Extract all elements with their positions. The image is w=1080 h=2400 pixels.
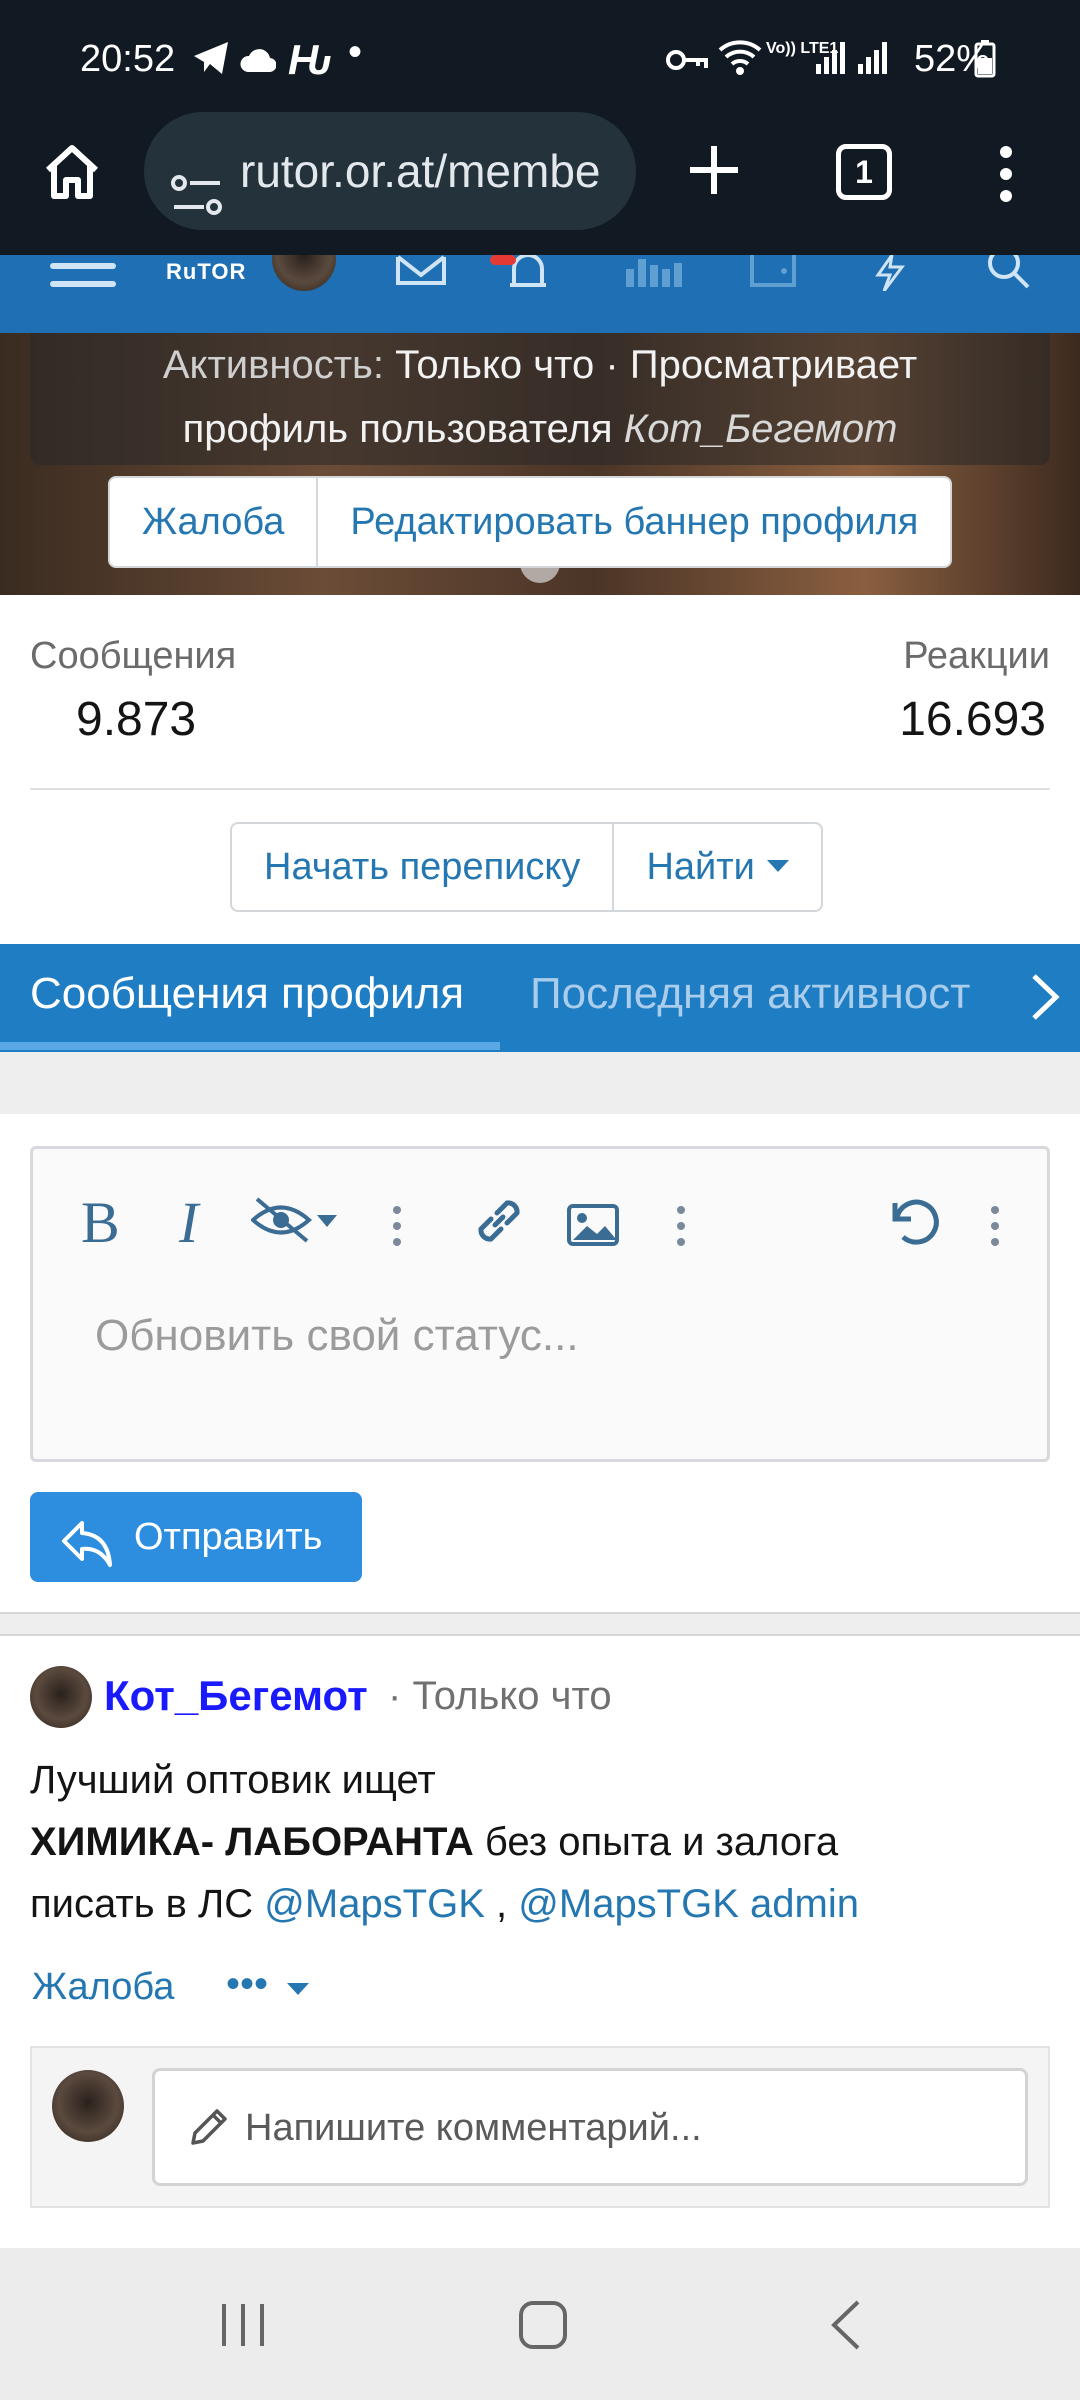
messages-label: Сообщения [30,635,237,677]
undo-icon[interactable] [885,1193,941,1262]
wallet-icon[interactable] [750,255,796,294]
avatar[interactable] [272,255,336,291]
separator [0,1052,1080,1114]
mail-icon[interactable] [396,255,446,290]
more-icon[interactable] [391,1199,403,1261]
ellipsis-icon: ••• [226,1962,269,2006]
chevron-down-icon [766,860,789,872]
bell-icon[interactable] [490,255,556,294]
activity-label: Активность: [162,343,384,387]
send-button[interactable]: Отправить [30,1492,362,1582]
mention-link[interactable]: @MapsTGK admin [518,1882,859,1926]
divider [30,788,1050,790]
post-line-1: Лучший оптовик ищет [30,1758,436,1802]
edit-banner-button[interactable]: Редактировать баннер профиля [318,478,950,566]
bold-icon[interactable]: B [81,1189,120,1256]
post-more-menu[interactable]: ••• [226,1962,310,2007]
new-tab-icon[interactable] [686,142,742,203]
status-time: 20:52 [80,38,176,80]
active-tab-indicator [0,1042,500,1050]
menu-kebab-icon[interactable] [996,146,1016,207]
comment-input[interactable]: Напишите комментарий... [152,2068,1028,2186]
reactions-label: Реакции [903,635,1050,677]
reply-icon [60,1512,114,1602]
recent-apps-icon[interactable] [218,2302,268,2353]
site-header: RuTOR [0,255,1080,333]
reactions-value[interactable]: 16.693 [899,692,1046,747]
post-line-3-prefix: писать в ЛС [30,1882,265,1926]
hn-icon: Ԋ [288,36,332,83]
italic-icon[interactable]: I [179,1189,198,1256]
more-icon[interactable] [989,1199,1001,1261]
post-report-link[interactable]: Жалоба [32,1966,174,2009]
post-time-value: Только что [412,1674,612,1718]
activity-action-part2: профиль пользователя [182,407,613,451]
separator [0,1612,1080,1636]
profile-actions: Начать переписку Найти [230,822,823,912]
post-time[interactable]: · Только что [388,1674,612,1719]
report-profile-button[interactable]: Жалоба [110,478,319,566]
image-icon[interactable] [567,1199,619,1261]
post-line-2-rest: без опыта и залога [473,1820,839,1864]
back-icon[interactable] [828,2298,864,2357]
post-bold-text: ХИМИКА- ЛАБОРАНТА [30,1820,474,1864]
dot-icon: • [348,30,363,74]
chevron-right-icon[interactable] [1030,972,1060,1027]
address-bar[interactable]: rutor.or.at/membe [144,112,636,230]
search-icon[interactable] [984,255,1034,296]
post-author[interactable]: Кот_Бегемот [104,1672,368,1720]
pencil-icon [187,2107,229,2154]
status-input-placeholder: Обновить свой статус... [95,1311,579,1360]
signal-icon [856,40,888,85]
menu-icon[interactable] [50,255,116,300]
lightning-icon[interactable] [868,255,908,296]
banner-button-group: Жалоба Редактировать баннер профиля [108,476,953,568]
cloud-icon [240,44,277,83]
messages-value[interactable]: 9.873 [76,692,196,747]
tab-latest-activity[interactable]: Последняя активност [530,944,1000,1044]
find-label: Найти [646,845,755,888]
mention-link[interactable]: @MapsTGK [264,1882,485,1926]
post-comma: , [484,1882,519,1926]
comment-placeholder: Напишите комментарий... [245,2107,702,2149]
battery-icon [974,40,996,87]
site-logo[interactable]: RuTOR [166,259,246,285]
status-bar: 20:52 Ԋ • Vo)) LTE1 52% [0,0,1080,120]
hide-icon[interactable] [249,1195,343,1258]
post-line-3: писать в ЛС @MapsTGK , @MapsTGK admin [30,1882,859,1927]
signal-icon [814,40,846,85]
chevron-down-icon [287,1983,310,1995]
post-line-2: ХИМИКА- ЛАБОРАНТА без опыта и залога [30,1820,838,1865]
url-text: rutor.or.at/membe [240,145,601,197]
avatar[interactable] [30,1666,92,1728]
home-icon[interactable] [40,140,104,209]
activity-action-part1: Просматривает [629,343,918,387]
post-time-sep: · [388,1674,402,1718]
avatar [52,2070,124,2142]
system-nav-bar [0,2248,1080,2400]
tab-switcher-button[interactable]: 1 [836,144,892,200]
home-nav-icon[interactable] [518,2300,568,2355]
tab-profile-posts[interactable]: Сообщения профиля [30,944,464,1044]
site-settings-icon[interactable] [170,146,224,230]
more-icon[interactable] [675,1199,687,1261]
activity-value: Только что [395,343,595,387]
link-icon[interactable] [471,1193,527,1262]
profile-tabs: Сообщения профиля Последняя активност [0,944,1080,1052]
status-editor[interactable]: B I Обновить свой статус... [30,1146,1050,1462]
start-conversation-button[interactable]: Начать переписку [232,824,615,910]
telegram-icon [192,40,230,85]
activity-sep: · [605,343,619,387]
wifi-icon [718,36,762,85]
key-icon [666,44,710,83]
stats-icon[interactable] [626,255,682,294]
activity-text: Активность: Только что · Просматривает п… [30,333,1050,461]
find-button[interactable]: Найти [614,824,820,910]
activity-user[interactable]: Кот_Бегемот [624,407,898,451]
send-label: Отправить [134,1516,323,1558]
